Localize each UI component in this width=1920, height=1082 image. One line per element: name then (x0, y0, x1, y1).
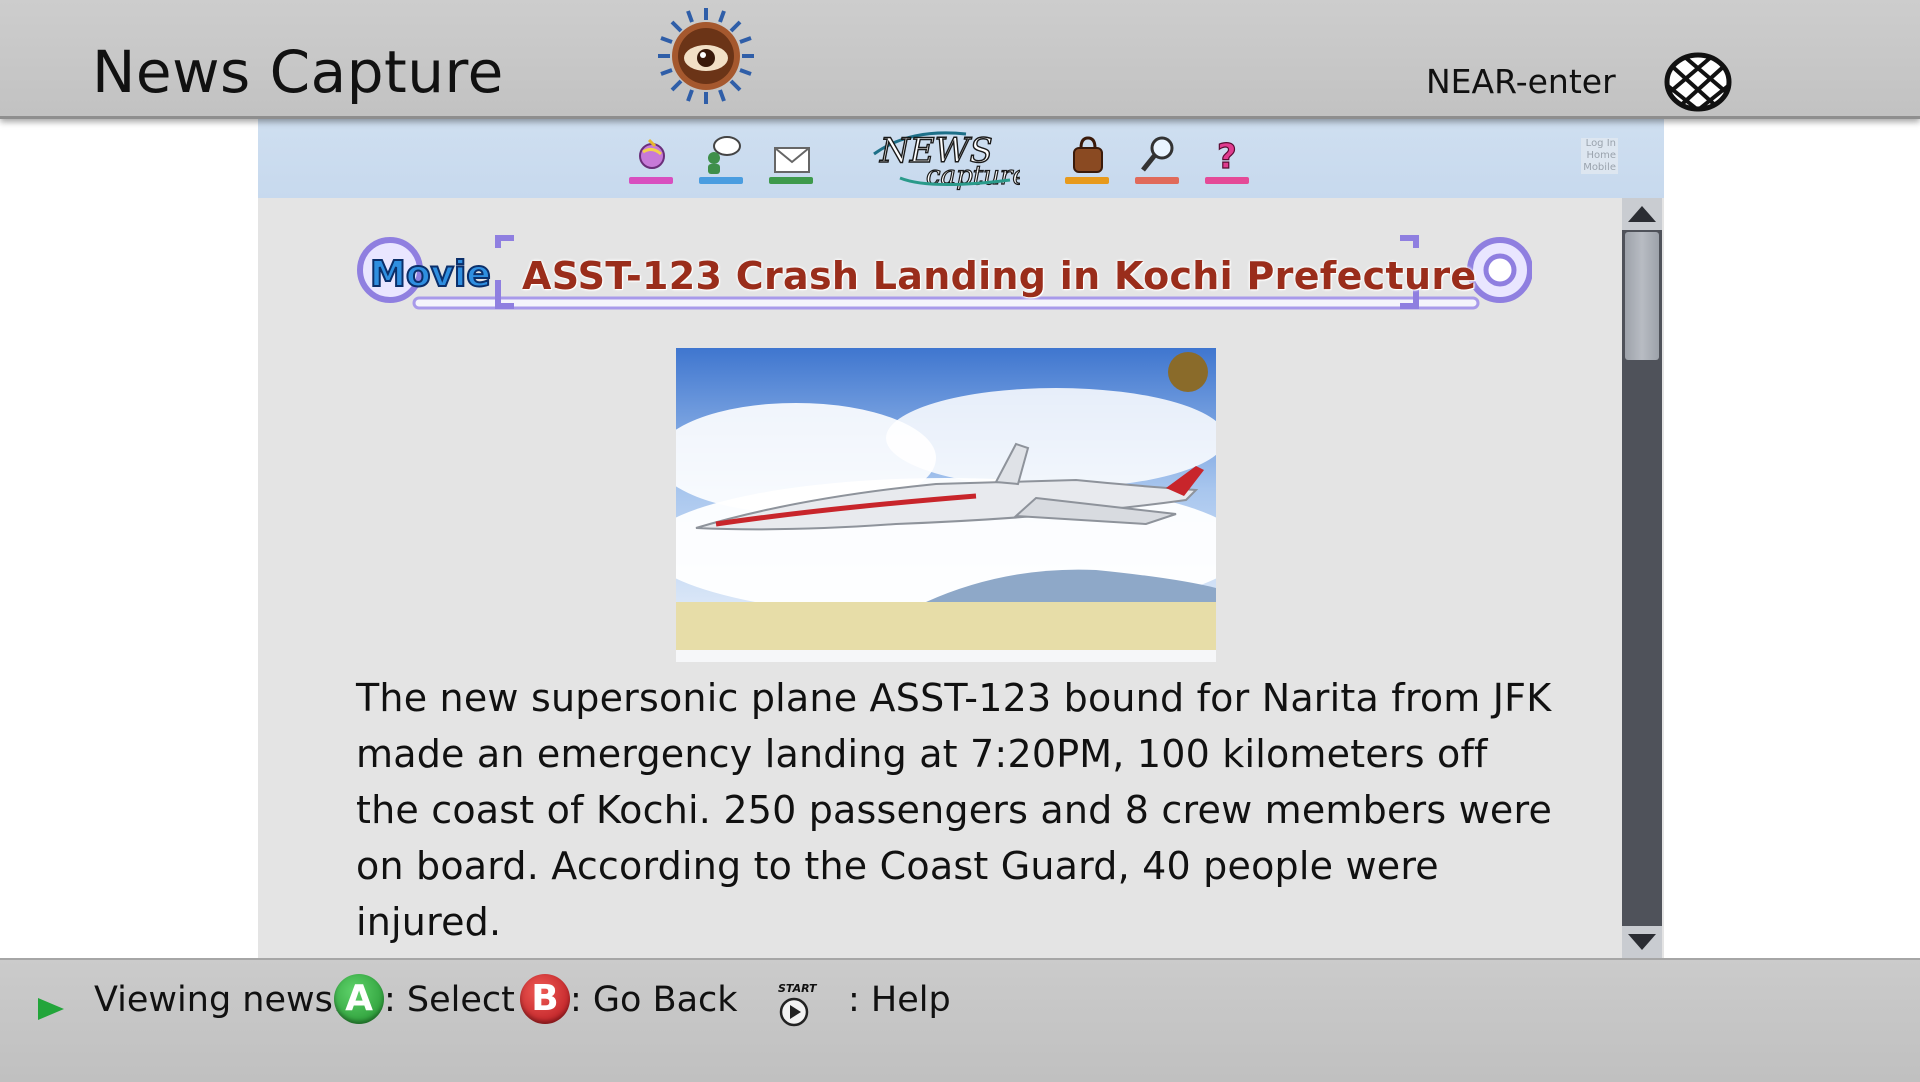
world-news-icon[interactable] (629, 132, 675, 184)
mail-news-icon[interactable] (769, 132, 815, 184)
start-button-icon: START (778, 982, 818, 1027)
a-button-icon: A (334, 974, 384, 1024)
status-text: Viewing news. (94, 980, 345, 1020)
news-capture-logo[interactable]: NEWS capture (870, 124, 1020, 192)
article-image (676, 348, 1216, 662)
movie-badge: Movie (369, 253, 492, 296)
news-browser: NEWS capture ? Log In Home Mobile Movie … (258, 116, 1664, 958)
article-headline: ASST-123 Crash Landing in Kochi Prefectu… (522, 254, 1477, 298)
arrow-down-icon (1628, 934, 1656, 950)
scroll-up-button[interactable] (1622, 198, 1662, 230)
arrow-up-icon (1628, 206, 1656, 222)
scroll-thumb[interactable] (1625, 232, 1659, 360)
site-mini-links: Log In Home Mobile (1581, 138, 1618, 174)
svg-text:?: ? (1217, 137, 1237, 176)
globe-icon (1664, 52, 1732, 112)
scrollbar[interactable] (1622, 198, 1662, 958)
article-header: Movie ASST-123 Crash Landing in Kochi Pr… (352, 230, 1532, 320)
chat-news-icon[interactable] (699, 132, 745, 184)
search-icon[interactable] (1135, 132, 1181, 184)
scroll-down-button[interactable] (1622, 926, 1662, 958)
help-icon[interactable]: ? (1205, 132, 1251, 184)
top-bar: News Capture NEAR-enter (0, 0, 1920, 119)
article-body: The new supersonic plane ASST-123 bound … (356, 676, 1553, 944)
home-link[interactable]: Home (1581, 150, 1618, 162)
help-bar: Viewing news. A : Select B : Go Back STA… (0, 958, 1920, 1082)
select-hint: : Select (384, 980, 515, 1020)
help-hint: : Help (848, 980, 951, 1020)
b-button-icon: B (520, 974, 570, 1024)
app-logo-icon (658, 8, 754, 104)
mobile-link[interactable]: Mobile (1581, 162, 1618, 174)
site-nav-bar: NEWS capture ? Log In Home Mobile (258, 116, 1664, 198)
svg-text:START: START (778, 982, 818, 995)
go-back-hint: : Go Back (570, 980, 738, 1020)
svg-text:capture: capture (926, 161, 1020, 191)
play-arrow-icon (38, 998, 64, 1020)
shopping-bag-icon[interactable] (1065, 132, 1111, 184)
network-status-label: NEAR-enter (1426, 62, 1616, 101)
app-title: News Capture (92, 38, 504, 106)
svg-text:Movie: Movie (370, 254, 491, 295)
login-link[interactable]: Log In (1581, 138, 1618, 150)
